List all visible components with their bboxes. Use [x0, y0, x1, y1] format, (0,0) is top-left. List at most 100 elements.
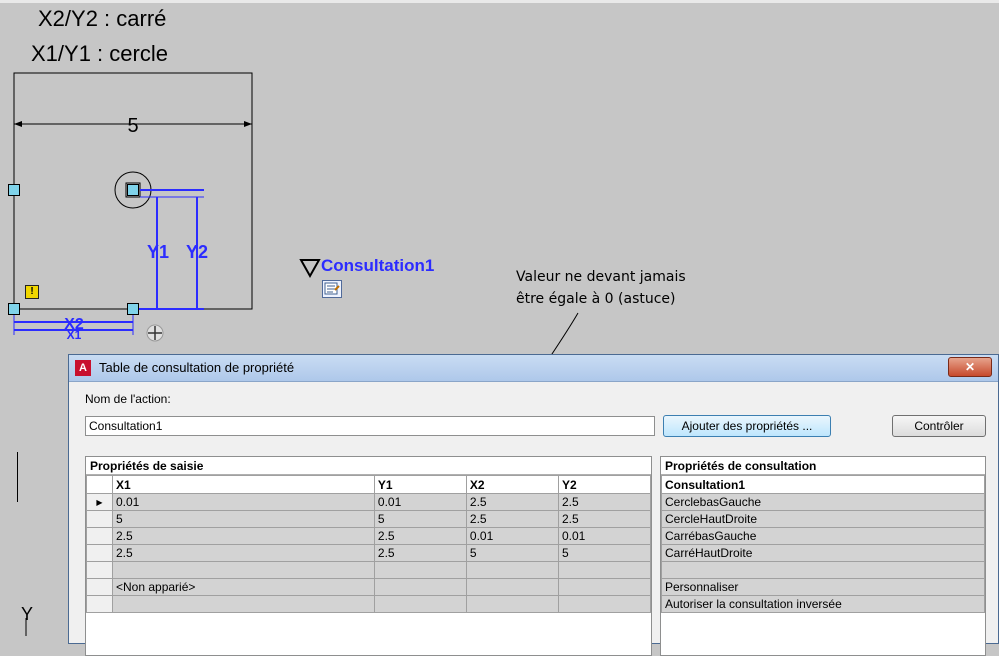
input-cell[interactable]: 2.5 — [373, 544, 467, 562]
move-grip-icon[interactable] — [145, 323, 165, 343]
input-cell[interactable]: 5 — [465, 544, 559, 562]
dimension-value: 5 — [127, 115, 138, 137]
input-cell[interactable] — [465, 578, 559, 596]
input-cell[interactable] — [557, 561, 651, 579]
input-cell[interactable] — [373, 578, 467, 596]
input-table-row[interactable]: ▶ 0.01 0.01 2.5 2.5 — [86, 493, 651, 511]
input-properties-table[interactable]: X1 Y1 X2 Y2 ▶ 0.01 0.01 2.5 2.5 5 5 2.5 2.5 2.5 2.5 0.0… — [86, 475, 651, 613]
input-cell[interactable]: 5 — [557, 544, 651, 562]
column-header-y1[interactable]: Y1 — [373, 475, 467, 494]
annotation-line-1: Valeur ne devant jamais — [516, 269, 686, 285]
input-cell[interactable] — [373, 595, 467, 613]
input-cell[interactable] — [373, 561, 467, 579]
input-cell[interactable]: <Non apparié> — [112, 578, 375, 596]
dimension-arrow-right — [244, 121, 252, 127]
input-table-row[interactable]: <Non apparié> — [86, 578, 651, 596]
param-x1-text: X1 — [67, 328, 82, 342]
lookup-cell[interactable]: CercleHautDroite — [661, 510, 985, 528]
annotation-line-2: être égale à 0 (astuce) — [516, 291, 676, 307]
input-cell[interactable]: 5 — [373, 510, 467, 528]
dialog-body: Nom de l'action: Consultation1 Ajouter d… — [75, 382, 992, 656]
input-cell[interactable]: 0.01 — [465, 527, 559, 545]
dialog-title: Table de consultation de propriété — [99, 360, 295, 375]
action-name-label: Nom de l'action: — [85, 392, 171, 406]
grip-bottom-left[interactable] — [8, 303, 20, 315]
ucs-y-label: Y — [21, 604, 34, 624]
consultation-label: Consultation1 — [321, 256, 435, 275]
row-selector[interactable] — [86, 510, 113, 528]
close-button[interactable]: ✕ — [948, 357, 992, 377]
consultation-triangle — [299, 259, 321, 279]
input-header-row: X1 Y1 X2 Y2 — [86, 475, 651, 494]
lookup-header-row: Consultation1 — [661, 475, 985, 494]
lookup-table-dialog: A Table de consultation de propriété ✕ N… — [68, 354, 999, 656]
input-cell[interactable]: 2.5 — [112, 527, 375, 545]
grip-left[interactable] — [8, 184, 20, 196]
crosshair-cursor — [17, 452, 18, 502]
input-cell[interactable] — [112, 561, 375, 579]
warning-icon[interactable]: ! — [25, 285, 39, 299]
dialog-titlebar[interactable]: A Table de consultation de propriété ✕ — [69, 355, 998, 382]
input-table-row[interactable]: 2.5 2.5 5 5 — [86, 544, 651, 562]
dimension-arrow-left — [14, 121, 22, 127]
input-cell[interactable]: 0.01 — [112, 493, 375, 511]
lookup-table-row[interactable]: CerclebasGauche — [661, 493, 985, 511]
column-header-x2[interactable]: X2 — [465, 475, 559, 494]
input-table-row[interactable] — [86, 561, 651, 579]
column-header-x1[interactable]: X1 — [112, 475, 375, 494]
lookup-table-icon[interactable] — [322, 280, 342, 298]
lookup-properties-grid[interactable]: Propriétés de consultation Consultation1… — [660, 456, 986, 656]
lookup-table-row[interactable] — [661, 561, 985, 579]
row-selector[interactable] — [86, 527, 113, 545]
input-cell[interactable] — [465, 561, 559, 579]
annotation-text: Valeur ne devant jamais être égale à 0 (… — [516, 266, 686, 310]
input-cell[interactable]: 2.5 — [557, 510, 651, 528]
param-y2-text: Y2 — [186, 242, 208, 262]
lookup-properties-title: Propriétés de consultation — [661, 457, 985, 475]
lookup-cell[interactable]: Autoriser la consultation inversée — [661, 595, 985, 613]
lookup-properties-table[interactable]: Consultation1 CerclebasGauche CercleHautDr… — [661, 475, 985, 613]
input-cell[interactable]: 0.01 — [557, 527, 651, 545]
input-cell[interactable]: 2.5 — [465, 493, 559, 511]
lookup-table-row[interactable]: Autoriser la consultation inversée — [661, 595, 985, 613]
column-header-y2[interactable]: Y2 — [557, 475, 651, 494]
autocad-app-icon: A — [75, 360, 91, 376]
lookup-cell[interactable]: Personnaliser — [661, 578, 985, 596]
grip-bottom-middle[interactable] — [127, 303, 139, 315]
check-button[interactable]: Contrôler — [892, 415, 986, 437]
input-cell[interactable] — [112, 595, 375, 613]
lookup-cell[interactable]: CarrébasGauche — [661, 527, 985, 545]
input-cell[interactable]: 2.5 — [112, 544, 375, 562]
lookup-table-row[interactable]: CarrébasGauche — [661, 527, 985, 545]
row-selector[interactable] — [86, 595, 113, 613]
lookup-column-header[interactable]: Consultation1 — [661, 475, 985, 494]
input-cell[interactable] — [557, 595, 651, 613]
input-cell[interactable]: 2.5 — [465, 510, 559, 528]
lookup-table-row[interactable]: CarréHautDroite — [661, 544, 985, 562]
input-properties-title: Propriétés de saisie — [86, 457, 651, 475]
action-name-field[interactable]: Consultation1 — [85, 416, 655, 436]
lookup-table-row[interactable]: CercleHautDroite — [661, 510, 985, 528]
row-selector[interactable] — [86, 544, 113, 562]
input-table-row[interactable]: 5 5 2.5 2.5 — [86, 510, 651, 528]
input-cell[interactable] — [465, 595, 559, 613]
lookup-cell[interactable] — [661, 561, 985, 579]
lookup-table-row[interactable]: Personnaliser — [661, 578, 985, 596]
row-header-corner — [86, 475, 113, 494]
lookup-cell[interactable]: CerclebasGauche — [661, 493, 985, 511]
input-cell[interactable] — [557, 578, 651, 596]
input-cell[interactable]: 5 — [112, 510, 375, 528]
input-properties-grid[interactable]: Propriétés de saisie X1 Y1 X2 Y2 ▶ 0.01 0.01 2.… — [85, 456, 652, 656]
row-selector[interactable] — [86, 561, 113, 579]
input-table-row[interactable]: 2.5 2.5 0.01 0.01 — [86, 527, 651, 545]
lookup-cell[interactable]: CarréHautDroite — [661, 544, 985, 562]
current-row-arrow-icon[interactable]: ▶ — [86, 493, 113, 511]
input-cell[interactable]: 2.5 — [557, 493, 651, 511]
row-selector[interactable] — [86, 578, 113, 596]
param-y1-text: Y1 — [147, 242, 169, 262]
add-properties-button[interactable]: Ajouter des propriétés ... — [663, 415, 831, 437]
input-cell[interactable]: 2.5 — [373, 527, 467, 545]
input-cell[interactable]: 0.01 — [373, 493, 467, 511]
input-table-row[interactable] — [86, 595, 651, 613]
grip-circle[interactable] — [127, 184, 139, 196]
